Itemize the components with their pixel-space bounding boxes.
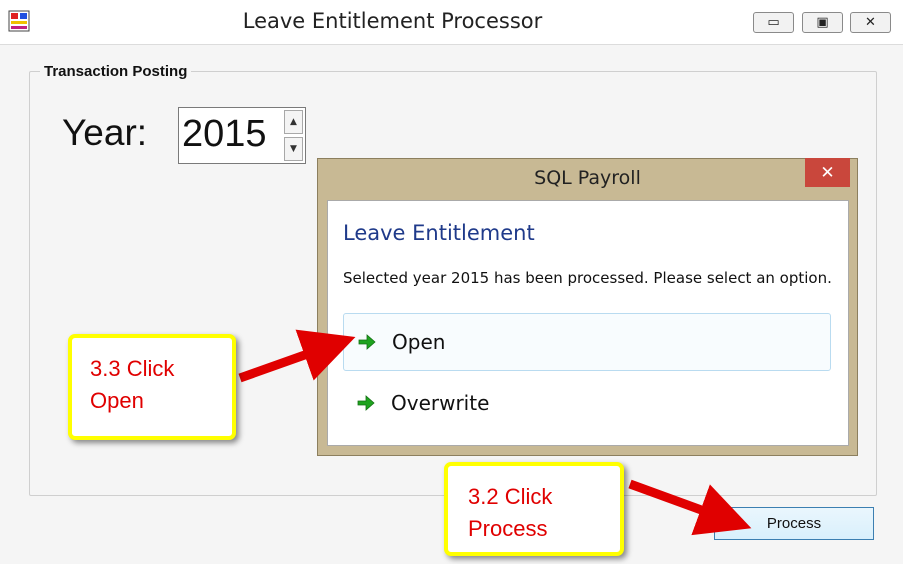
arrow-to-open <box>238 329 356 383</box>
callout-open-line1: 3.3 Click <box>90 356 175 381</box>
callout-process-line2: Process <box>468 516 548 541</box>
callout-process-line1: 3.2 Click <box>468 484 553 509</box>
callout-open-line2: Open <box>90 388 144 413</box>
callout-click-open: 3.3 Click Open <box>68 334 236 440</box>
callout-click-process: 3.2 Click Process <box>444 462 624 556</box>
arrow-to-process <box>628 479 752 536</box>
